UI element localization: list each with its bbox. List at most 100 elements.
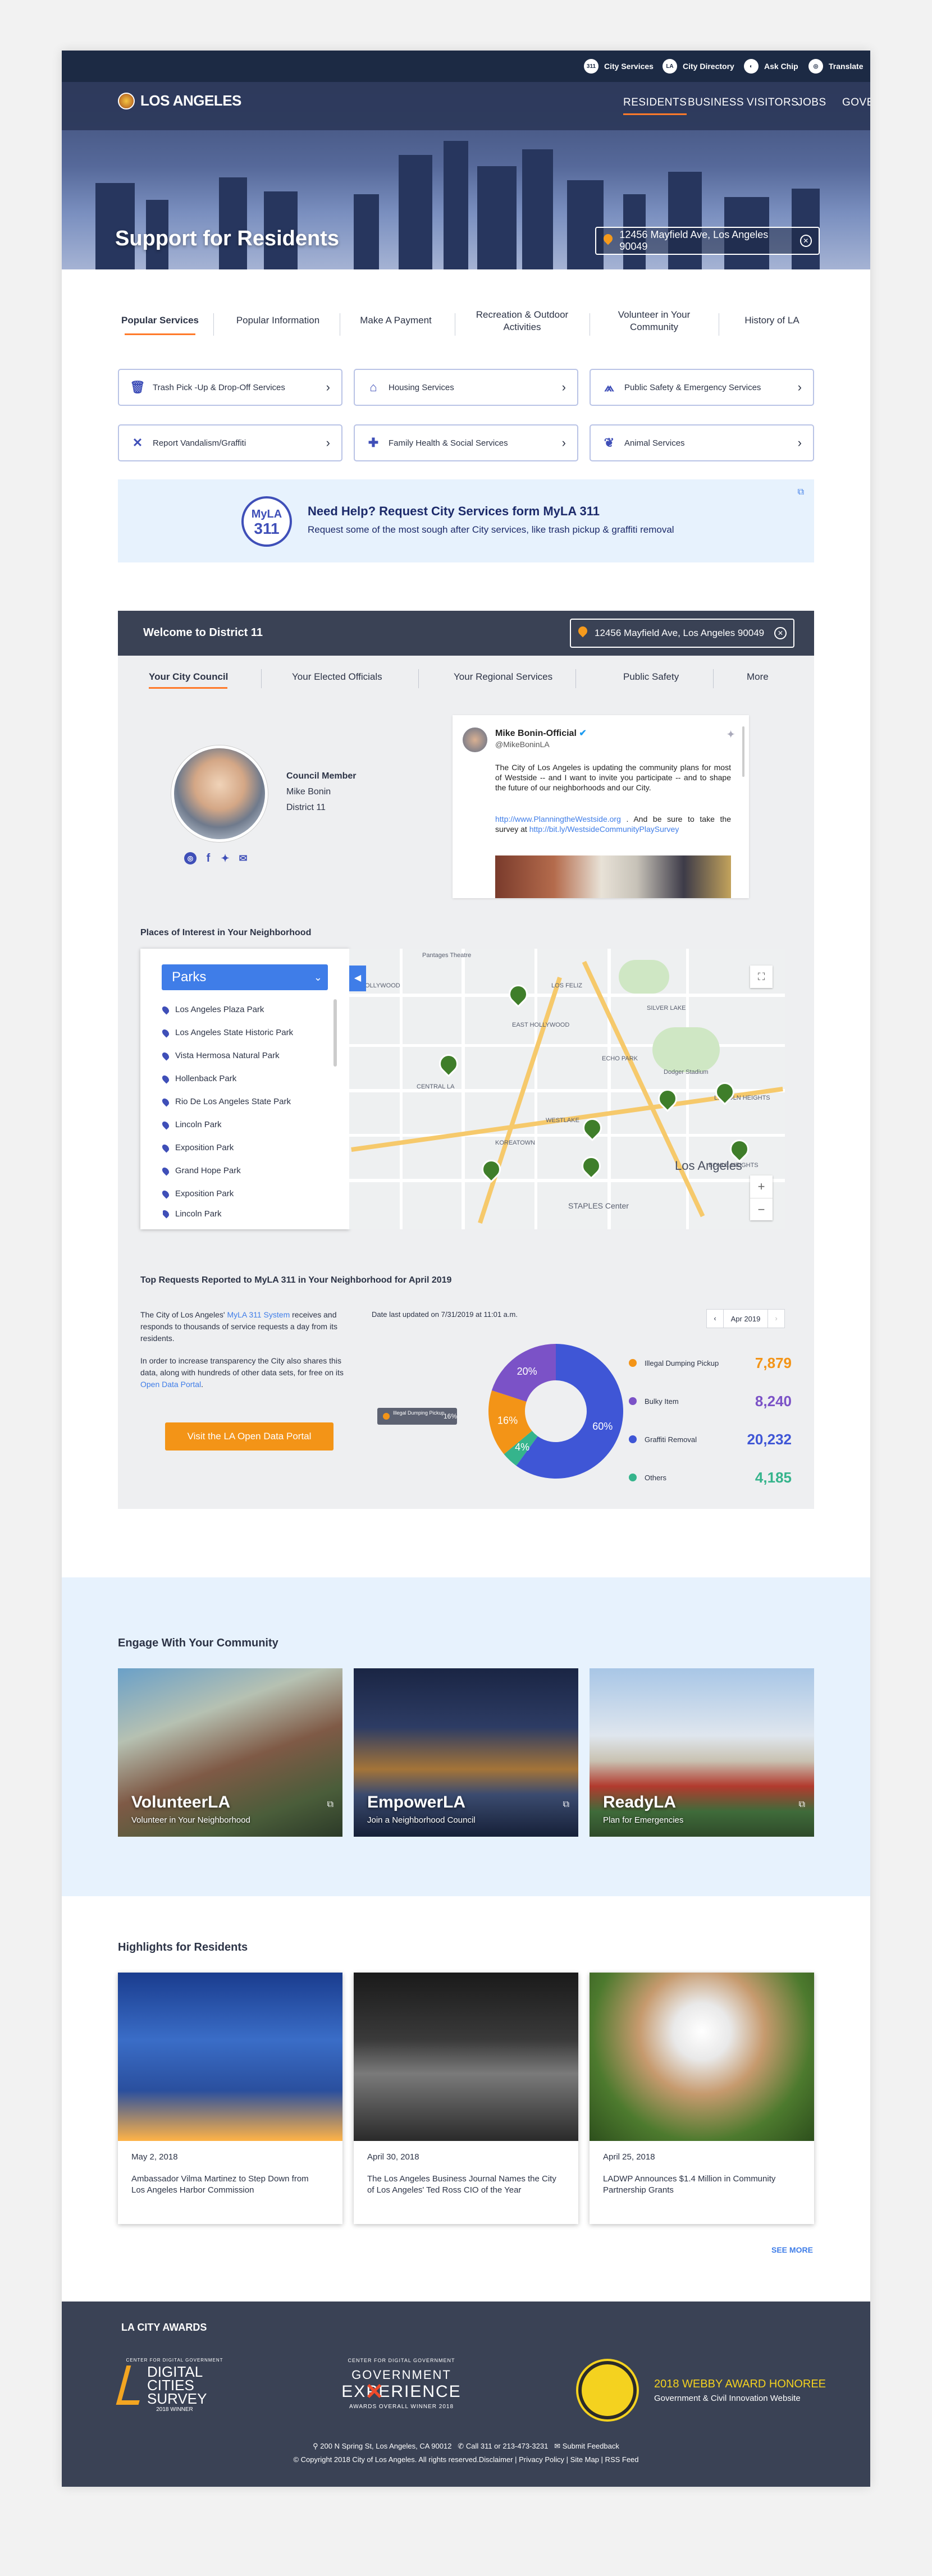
scrollbar[interactable]: [742, 726, 744, 777]
map-marker[interactable]: [435, 1050, 463, 1078]
website-icon[interactable]: ◎: [184, 852, 197, 864]
chevron-right-icon: ›: [326, 380, 330, 394]
service-trash-button[interactable]: 🗑 Trash Pick -Up & Drop-Off Services ›: [118, 369, 342, 406]
tab-make-a-payment[interactable]: Make A Payment: [348, 314, 444, 327]
legend-label: Illegal Dumping Pickup: [645, 1358, 719, 1367]
open-data-portal-button[interactable]: Visit the LA Open Data Portal: [165, 1422, 333, 1451]
zoom-in-button[interactable]: +: [750, 1175, 773, 1198]
highlights-title: Highlights for Residents: [118, 1941, 248, 1953]
tab-regional-services[interactable]: Your Regional Services: [454, 671, 552, 683]
chevron-right-icon[interactable]: ›: [767, 1310, 784, 1328]
service-housing-button[interactable]: ⌂ Housing Services ›: [354, 369, 578, 406]
highlight-image: [590, 1973, 814, 2141]
myla311-banner[interactable]: MyLA 311 Need Help? Request City Service…: [118, 479, 814, 562]
list-item[interactable]: Exposition Park: [161, 1136, 234, 1159]
tab-volunteer[interactable]: Volunteer in Your Community: [601, 309, 707, 333]
tab-popular-services[interactable]: Popular Services: [118, 314, 202, 327]
highlight-card[interactable]: May 2, 2018 Ambassador Vilma Martinez to…: [118, 1973, 342, 2224]
myla-system-link[interactable]: MyLA 311 System: [227, 1310, 290, 1319]
service-animal-button[interactable]: ❦ Animal Services ›: [590, 424, 814, 461]
list-item[interactable]: Lincoln Park: [161, 1113, 222, 1136]
list-item[interactable]: Los Angeles State Historic Park: [161, 1021, 293, 1044]
nav-residents[interactable]: RESIDENTS: [623, 97, 687, 115]
tweet-link[interactable]: http://www.PlanningtheWestside.org: [495, 815, 621, 823]
chevron-right-icon: ›: [561, 436, 566, 450]
legend-swatch: [629, 1435, 637, 1443]
readyla-card[interactable]: ReadyLA Plan for Emergencies ⧉: [590, 1668, 814, 1837]
address-search[interactable]: 12456 Mayfield Ave, Los Angeles 90049 ✕: [595, 227, 820, 255]
list-item[interactable]: Lincoln Park: [163, 1205, 222, 1222]
nav-visitors[interactable]: VISITORS: [747, 97, 798, 109]
tab-history-of-la[interactable]: History of LA: [730, 314, 814, 327]
collapse-list-button[interactable]: ◀: [349, 966, 366, 991]
close-icon[interactable]: ✕: [774, 627, 787, 639]
legend-swatch: [629, 1359, 637, 1367]
location-pin-icon: [161, 1120, 171, 1129]
map-marker[interactable]: [577, 1152, 605, 1180]
map-marker[interactable]: [504, 980, 532, 1008]
see-more-link[interactable]: SEE MORE: [771, 2245, 813, 2254]
tweet-author: Mike Bonin-Official ✔: [495, 729, 587, 738]
member-role: Council Member: [286, 771, 357, 781]
list-item[interactable]: Grand Hope Park: [161, 1159, 241, 1182]
twitter-feed[interactable]: Mike Bonin-Official ✔ @MikeBoninLA ✦ The…: [453, 715, 749, 898]
highlight-image: [118, 1973, 342, 2141]
neighborhood-map[interactable]: Pantages Theatre HOLLYWOOD SILVER LAKE E…: [349, 949, 785, 1229]
email-icon[interactable]: ✉: [237, 852, 249, 864]
tab-popular-information[interactable]: Popular Information: [225, 314, 331, 327]
translate-link[interactable]: ◎ Translate: [808, 51, 863, 82]
skyline-building: [399, 155, 432, 269]
scrollbar[interactable]: [333, 999, 337, 1067]
service-vandalism-button[interactable]: ✕ Report Vandalism/Graffiti ›: [118, 424, 342, 461]
map-road: [462, 949, 465, 1229]
map-label: Pantages Theatre: [422, 952, 472, 959]
tweet-link[interactable]: http://bit.ly/WestsideCommunityPlaySurve…: [529, 825, 679, 834]
service-health-button[interactable]: ✚ Family Health & Social Services ›: [354, 424, 578, 461]
nav-jobs[interactable]: JOBS: [797, 97, 826, 109]
page: 311 City Services LA City Directory ◐ As…: [62, 51, 870, 2487]
tab-recreation[interactable]: Recreation & Outdoor Activities: [466, 309, 578, 333]
chart-tooltip: Illegal Dumping Pickup 16%: [377, 1408, 457, 1425]
district-address-search[interactable]: 12456 Mayfield Ave, Los Angeles 90049 ✕: [570, 619, 794, 648]
open-data-link[interactable]: Open Data Portal: [140, 1380, 201, 1389]
member-district: District 11: [286, 803, 326, 812]
tab-city-council[interactable]: Your City Council: [149, 671, 228, 683]
empowerla-card[interactable]: EmpowerLA Join a Neighborhood Council ⧉: [354, 1668, 578, 1837]
close-icon[interactable]: ✕: [799, 235, 812, 247]
list-item[interactable]: Hollenback Park: [161, 1067, 236, 1090]
brand-logo[interactable]: LOS ANGELES: [118, 92, 241, 109]
utility-bar: 311 City Services LA City Directory ◐ As…: [62, 51, 870, 82]
nav-government[interactable]: GOVERNMENT: [842, 97, 870, 109]
volunteerla-card[interactable]: VolunteerLA Volunteer in Your Neighborho…: [118, 1668, 342, 1837]
fullscreen-icon[interactable]: ⛶: [750, 966, 773, 988]
list-item[interactable]: Rio De Los Angeles State Park: [161, 1090, 291, 1113]
tab-more[interactable]: More: [747, 671, 769, 683]
map-road: [349, 994, 785, 997]
donut-slice-label: 16%: [497, 1415, 518, 1426]
list-item[interactable]: Exposition Park: [161, 1182, 234, 1205]
tab-public-safety[interactable]: Public Safety: [623, 671, 679, 683]
map-label: WESTLAKE: [546, 1117, 579, 1124]
places-category-select[interactable]: Parks ⌄: [162, 964, 328, 990]
chevron-left-icon[interactable]: ‹: [707, 1310, 724, 1328]
city-services-link[interactable]: 311 City Services: [584, 51, 654, 82]
zoom-out-button[interactable]: −: [750, 1198, 773, 1220]
legend-item: Graffiti Removal 20,232: [629, 1428, 792, 1451]
highlight-card[interactable]: April 30, 2018 The Los Angeles Business …: [354, 1973, 578, 2224]
chevron-down-icon: ⌄: [313, 972, 322, 983]
city-directory-link[interactable]: LA City Directory: [663, 51, 734, 82]
highlight-card[interactable]: April 25, 2018 LADWP Announces $1.4 Mill…: [590, 1973, 814, 2224]
tab-elected-officials[interactable]: Your Elected Officials: [292, 671, 382, 683]
nav-business[interactable]: BUSINESS: [688, 97, 744, 109]
month-selector[interactable]: ‹ Apr 2019 ›: [706, 1309, 785, 1328]
facebook-icon[interactable]: f: [202, 852, 214, 864]
list-item[interactable]: Los Angeles Plaza Park: [161, 998, 264, 1021]
tab-divider: [418, 669, 419, 688]
list-item[interactable]: Vista Hermosa Natural Park: [161, 1044, 280, 1067]
twitter-icon[interactable]: ✦: [219, 852, 231, 864]
ask-chip-link[interactable]: ◐ Ask Chip: [744, 51, 798, 82]
feedback-link[interactable]: Submit Feedback: [563, 2442, 619, 2450]
service-safety-button[interactable]: ⩕ Public Safety & Emergency Services ›: [590, 369, 814, 406]
location-pin-icon: [163, 1209, 171, 1219]
external-link-icon: ⧉: [798, 1800, 805, 1809]
